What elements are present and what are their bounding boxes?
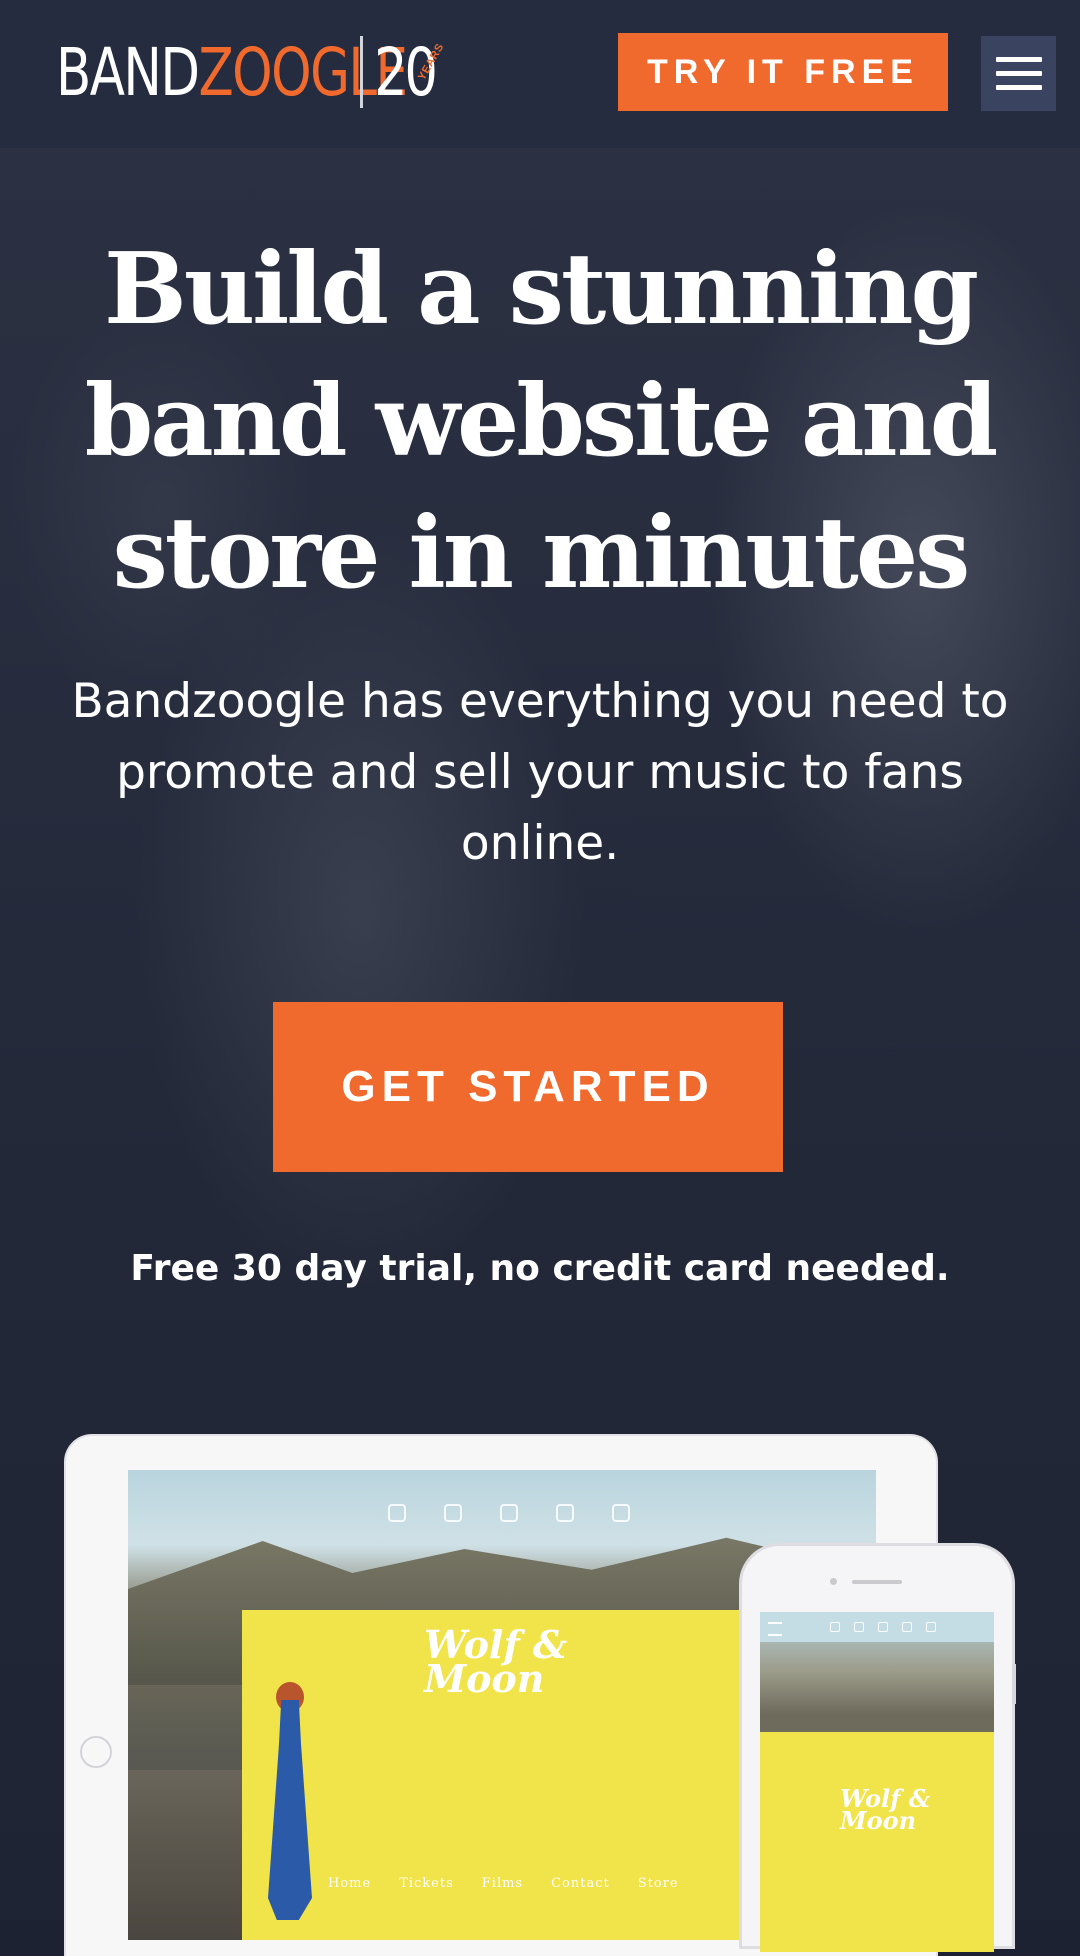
logo-divider <box>360 36 363 108</box>
site-header: BANDZOOGLE 20 YEARS TRY IT FREE <box>0 0 1080 148</box>
instagram-icon <box>830 1622 840 1632</box>
hero-headline: Build a stunning band website and store … <box>84 232 999 611</box>
phone-speaker <box>852 1580 902 1584</box>
phone-mockup: Wolf & Moon <box>742 1546 1012 1952</box>
phone-side-button <box>1012 1664 1016 1704</box>
facebook-icon <box>444 1504 462 1522</box>
spotify-icon <box>612 1504 630 1522</box>
trial-note: Free 30 day trial, no credit card needed… <box>130 1248 950 1289</box>
menu-line <box>995 85 1042 90</box>
facebook-icon <box>854 1622 864 1632</box>
try-it-free-button[interactable]: TRY IT FREE <box>618 33 948 111</box>
youtube-icon <box>878 1622 888 1632</box>
tablet-home-button <box>80 1736 112 1768</box>
phone-band-logo: Wolf & Moon <box>840 1784 931 1835</box>
phone-camera <box>830 1578 837 1585</box>
mockup-nav-store: Store <box>637 1876 679 1891</box>
music-icon <box>556 1504 574 1522</box>
get-started-button[interactable]: GET STARTED <box>273 1002 783 1172</box>
phone-topbar <box>760 1612 994 1642</box>
bandzoogle-logo[interactable]: BANDZOOGLE 20 YEARS <box>56 36 505 110</box>
mockup-nav-tickets: Tickets <box>399 1876 454 1891</box>
phone-social-icons <box>830 1622 936 1632</box>
phone-yellow-billboard <box>760 1732 994 1952</box>
phone-screen: Wolf & Moon <box>760 1612 994 1952</box>
mockup-nav-contact: Contact <box>551 1876 610 1891</box>
spotify-icon <box>926 1622 936 1632</box>
instagram-icon <box>388 1504 406 1522</box>
logo-wordmark: BANDZOOGLE <box>56 34 408 111</box>
menu-line <box>995 71 1042 76</box>
band-logo: Wolf & Moon <box>424 1622 568 1701</box>
mockup-nav-home: Home <box>328 1876 372 1891</box>
youtube-icon <box>500 1504 518 1522</box>
mockup-site-nav: Home Tickets Films Contact Store <box>328 1876 679 1891</box>
phone-menu-icon <box>768 1622 782 1636</box>
menu-line <box>995 57 1042 62</box>
hamburger-icon[interactable] <box>981 36 1056 111</box>
social-icons-row <box>388 1504 630 1522</box>
music-icon <box>902 1622 912 1632</box>
mockup-nav-films: Films <box>481 1876 524 1891</box>
hero-subtext: Bandzoogle has everything you need to pr… <box>71 674 1009 871</box>
